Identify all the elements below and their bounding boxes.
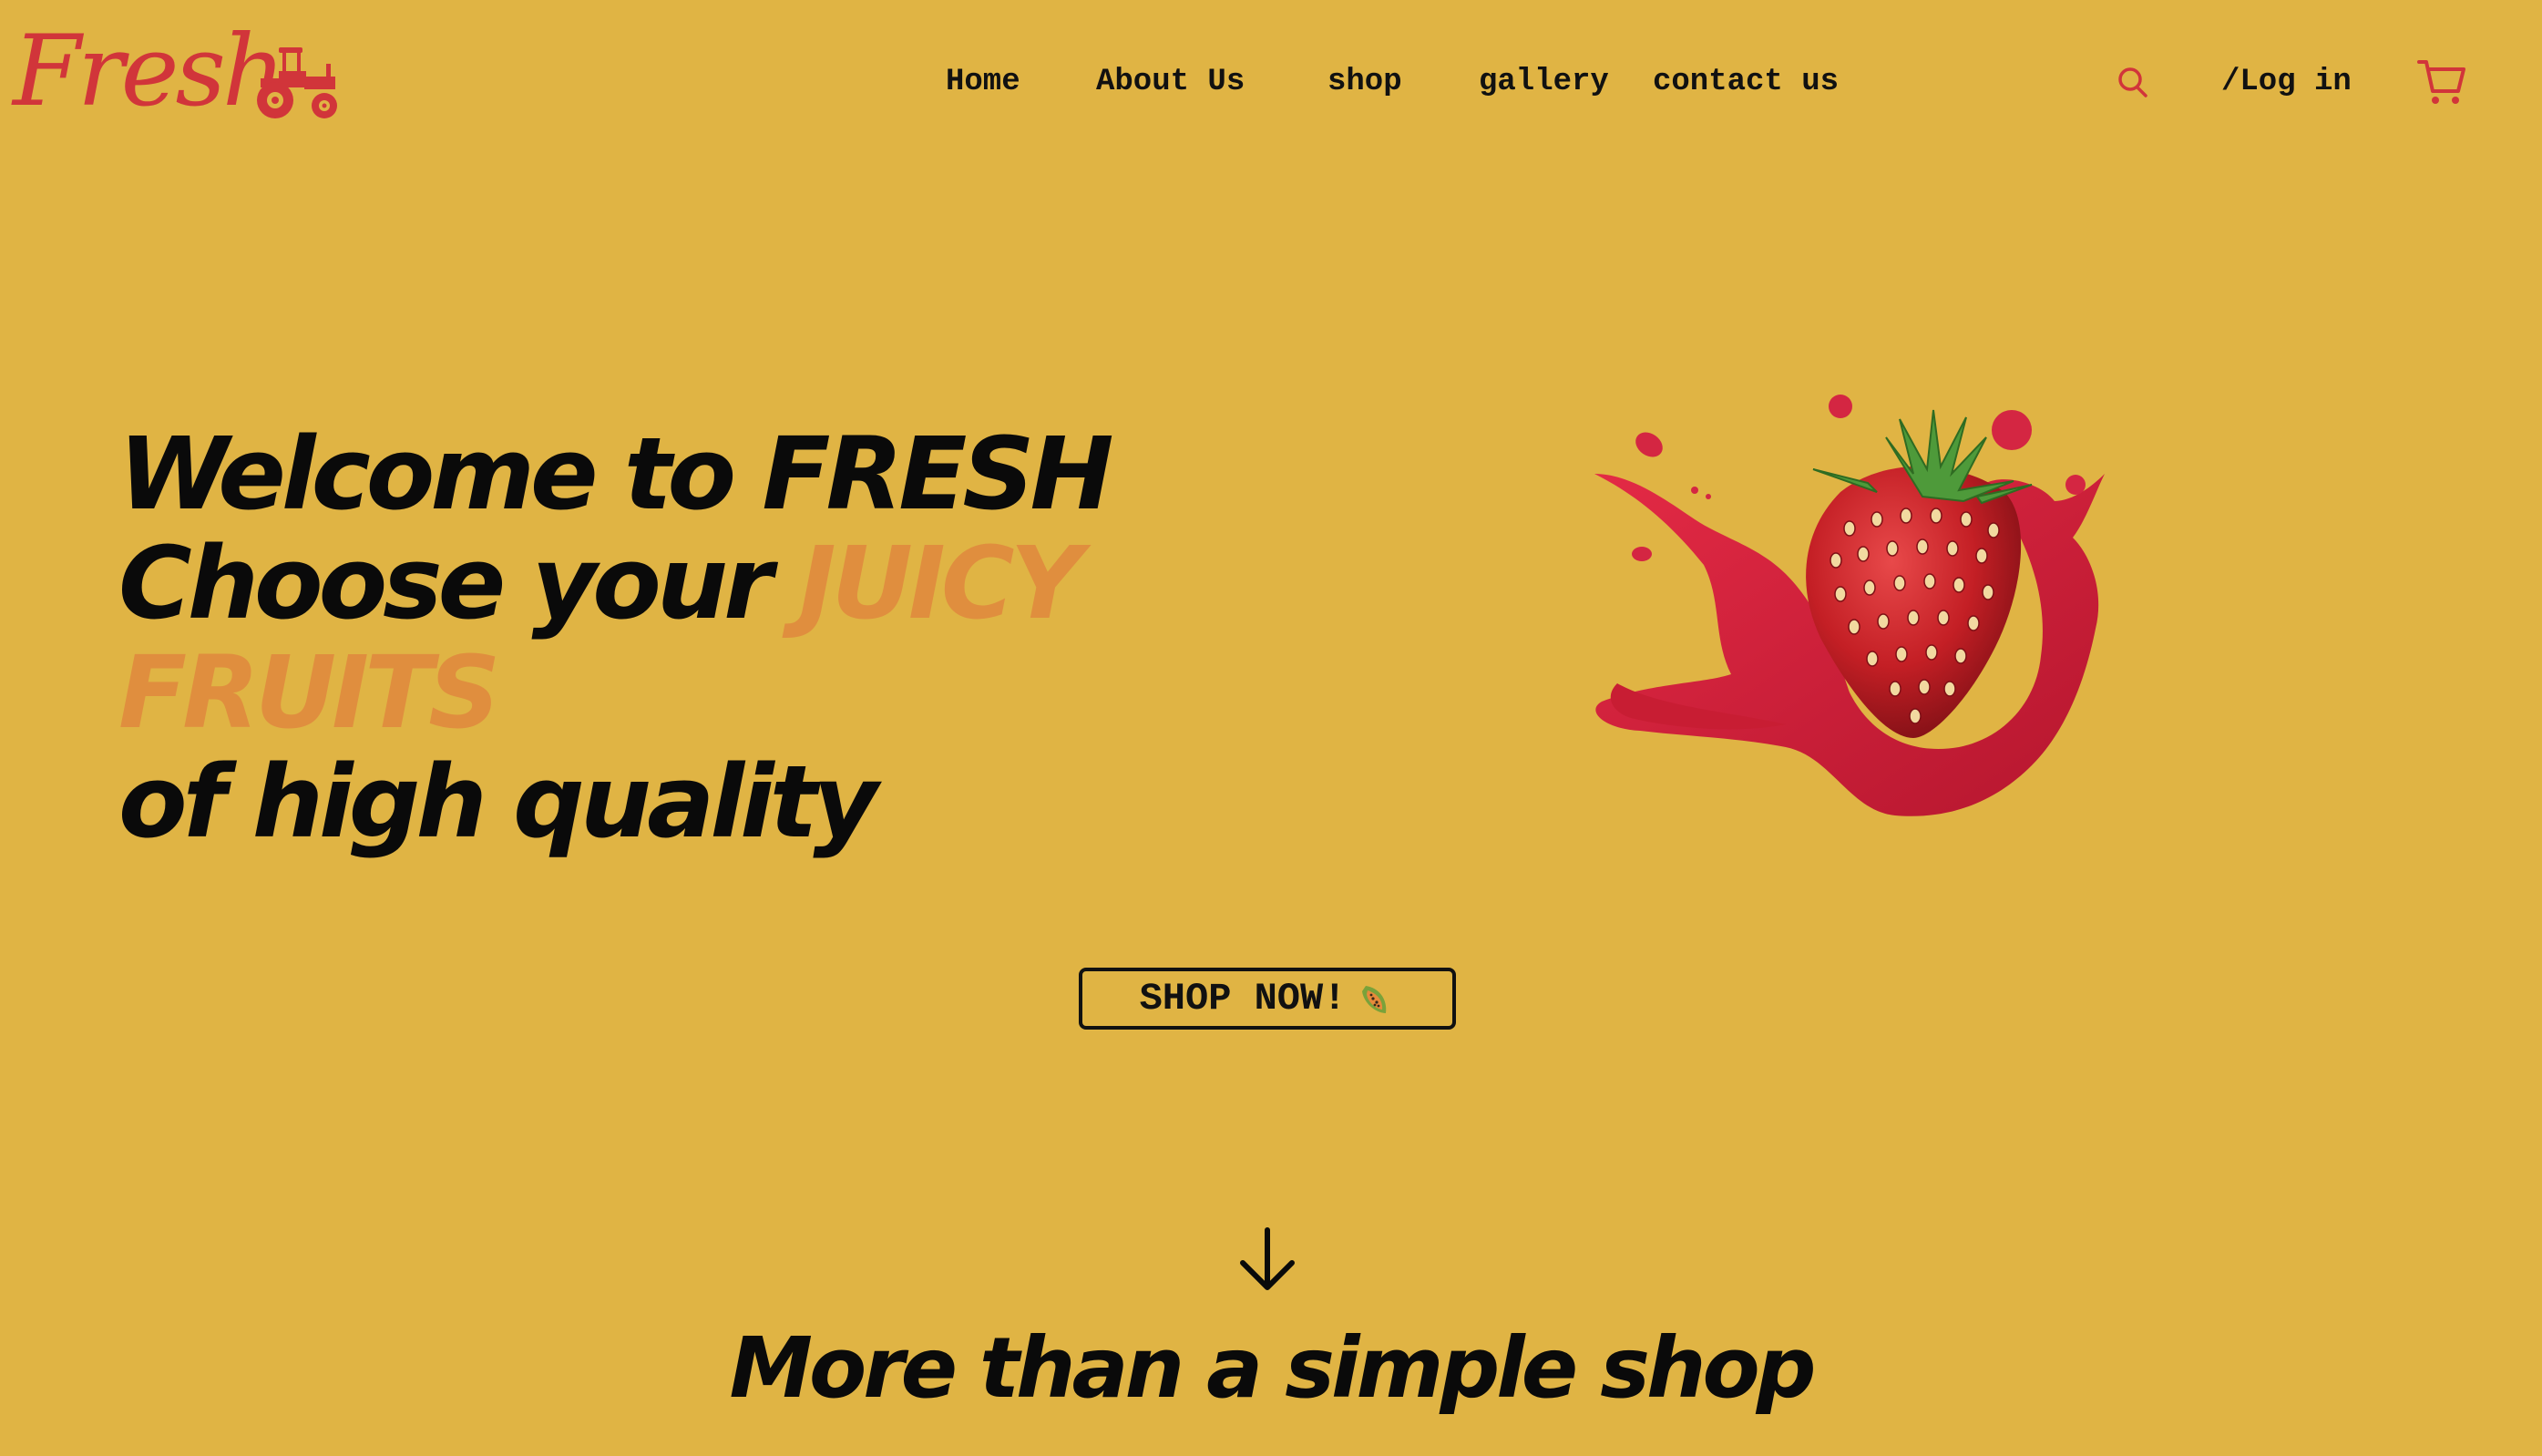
nav-item-about-us[interactable]: About Us	[1096, 55, 1245, 109]
arrow-down-icon[interactable]	[1237, 1226, 1297, 1294]
tractor-icon	[257, 47, 337, 118]
nav-item-shop[interactable]: shop	[1327, 55, 1402, 109]
cart-icon[interactable]	[2416, 56, 2467, 108]
papaya-icon	[1362, 986, 1387, 1013]
fresh-logo[interactable]: Fresh	[13, 13, 341, 131]
login-link[interactable]: /Log in	[2221, 55, 2352, 109]
search-icon[interactable]	[2116, 64, 2150, 100]
nav-item-home[interactable]: Home	[946, 55, 1020, 109]
nav-item-contact-us[interactable]: contact us	[1653, 55, 1839, 109]
site-header: Fresh Home About Us shop gallery contact…	[0, 0, 2542, 164]
hero-accent-juicy: JUICY	[798, 525, 1083, 641]
strawberry-splash-image	[1594, 395, 2105, 816]
shop-now-label: SHOP NOW!	[1139, 977, 1347, 1020]
hero-line-2: Choose your JUICY	[118, 528, 1212, 638]
logo-text: Fresh	[13, 15, 285, 128]
nav-item-gallery[interactable]: gallery	[1479, 55, 1609, 109]
hero-line-4: of high quality	[118, 743, 878, 860]
hero-line-1: Welcome to FRESH	[118, 415, 1114, 532]
shop-now-button[interactable]: SHOP NOW!	[1079, 968, 1456, 1030]
hero-accent-fruits: FRUITS	[118, 634, 500, 751]
hero-heading: Welcome to FRESH Choose your JUICY FRUIT…	[118, 419, 1212, 856]
section-title: More than a simple shop	[729, 1319, 1816, 1417]
hero-line-2-prefix: Choose your	[118, 525, 799, 641]
